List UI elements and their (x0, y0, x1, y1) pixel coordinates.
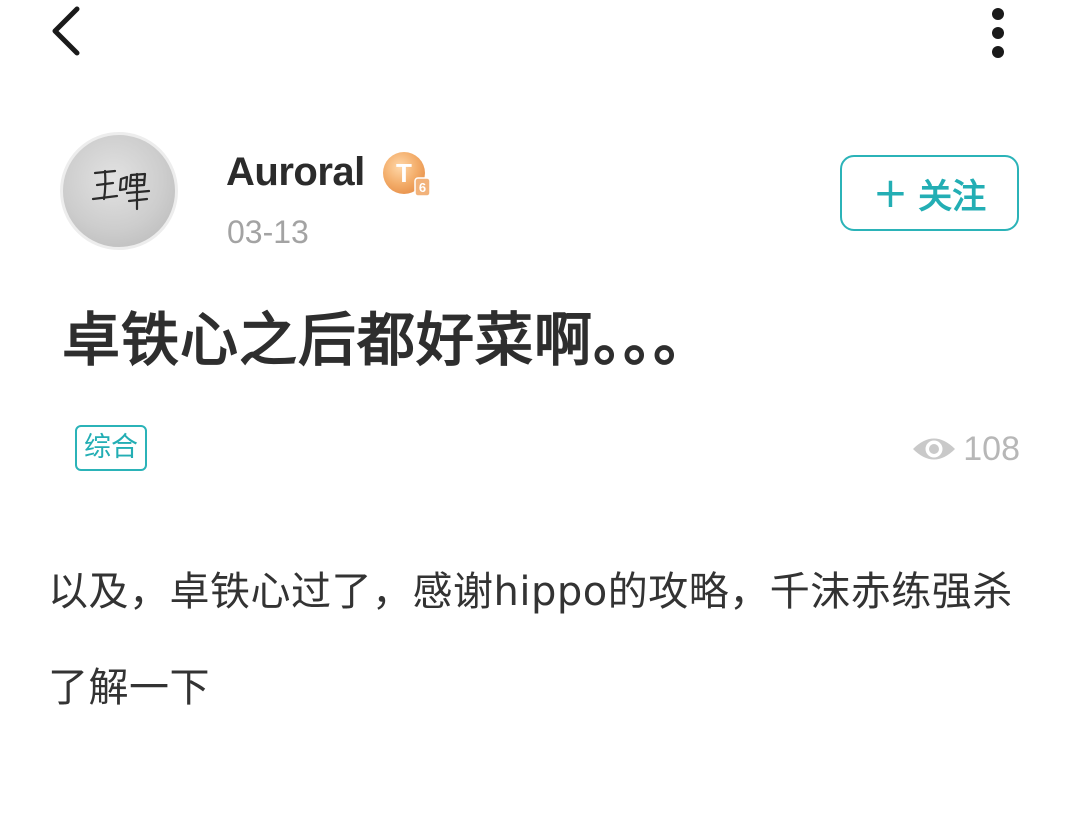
post-date: 03-13 (227, 214, 309, 250)
author-name[interactable]: Auroral (226, 148, 365, 196)
follow-label: 关注 (918, 176, 987, 217)
post-title: 卓铁心之后都好菜啊。。。 (62, 306, 713, 374)
follow-button[interactable]: + 关注 (840, 155, 1019, 231)
category-tag[interactable]: 综合 (75, 425, 147, 471)
level-badge-icon: T 6 (382, 150, 432, 198)
view-count: 108 (911, 428, 1020, 470)
eye-icon (913, 438, 956, 460)
avatar[interactable] (60, 132, 178, 250)
vertical-ellipsis-icon (992, 8, 1004, 58)
svg-text:T: T (396, 158, 412, 188)
plus-icon: + (872, 168, 909, 217)
more-options-button[interactable] (972, 0, 1024, 64)
svg-text:6: 6 (419, 180, 426, 195)
chevron-left-icon (52, 6, 80, 56)
back-button[interactable] (36, 0, 96, 62)
post-body: 以及，卓铁心过了，感谢hippo的攻略，千沫赤练强杀了解一下 (48, 569, 1013, 711)
view-count-value: 108 (963, 429, 1020, 468)
avatar-signature-image (91, 169, 151, 211)
